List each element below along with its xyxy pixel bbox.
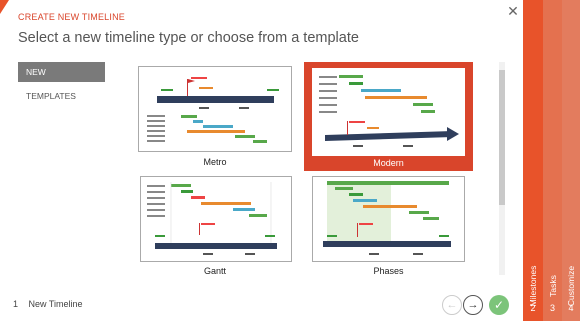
nav-item-templates[interactable]: TEMPLATES	[18, 86, 105, 106]
metro-preview-graphic	[147, 77, 279, 143]
template-label-gantt: Gantt	[203, 266, 226, 276]
phases-preview-graphic	[323, 181, 451, 255]
finish-button[interactable]: ✓	[489, 295, 509, 315]
metro-thumbnail	[138, 66, 292, 152]
step-tasks-label: Tasks	[547, 275, 558, 297]
current-step-number: 1	[13, 299, 19, 309]
close-icon[interactable]: ✕	[505, 3, 521, 19]
phases-thumbnail	[312, 176, 465, 262]
arrow-right-icon: →	[467, 299, 479, 311]
step-tasks-number: 3	[549, 303, 555, 313]
current-step-label: New Timeline	[28, 299, 83, 309]
current-step: 1 New Timeline	[13, 299, 83, 309]
template-label-metro: Metro	[203, 157, 227, 167]
template-tile-metro[interactable]: Metro	[138, 66, 292, 172]
gantt-thumbnail	[140, 176, 292, 262]
step-milestones[interactable]: Milestones 2	[523, 0, 543, 321]
back-button[interactable]: ←	[442, 295, 462, 315]
gallery-scroll-thumb[interactable]	[499, 70, 505, 205]
dialog-subtitle: Select a new timeline type or choose fro…	[18, 30, 359, 46]
step-customize-number: 4	[568, 303, 574, 313]
check-icon: ✓	[493, 298, 505, 312]
step-customize-label: Customize	[566, 265, 576, 307]
nav-item-new[interactable]: NEW	[18, 62, 105, 82]
arrow-left-icon: ←	[446, 299, 458, 311]
gantt-preview-graphic	[147, 182, 277, 255]
create-timeline-dialog: CREATE NEW TIMELINE Select a new timelin…	[0, 0, 580, 321]
step-customize[interactable]: Customize 4	[562, 0, 580, 321]
step-milestones-number: 2	[530, 303, 536, 313]
step-tasks[interactable]: Tasks 3	[543, 0, 562, 321]
step-milestones-label: Milestones	[528, 265, 538, 307]
template-tile-phases[interactable]: Phases	[312, 176, 465, 280]
type-nav: NEW TEMPLATES	[18, 62, 105, 110]
dialog-title: CREATE NEW TIMELINE	[18, 12, 125, 22]
template-tile-modern[interactable]: Modern	[304, 62, 473, 171]
template-label-phases: Phases	[373, 266, 404, 276]
template-label-modern: Modern	[373, 158, 404, 168]
corner-accent	[0, 0, 9, 14]
next-button[interactable]: →	[463, 295, 483, 315]
modern-thumbnail	[312, 68, 465, 156]
modern-preview-graphic	[319, 75, 459, 147]
template-gallery: Metro Modern Gantt Phases	[118, 58, 498, 280]
template-tile-gantt[interactable]: Gantt	[138, 176, 292, 280]
